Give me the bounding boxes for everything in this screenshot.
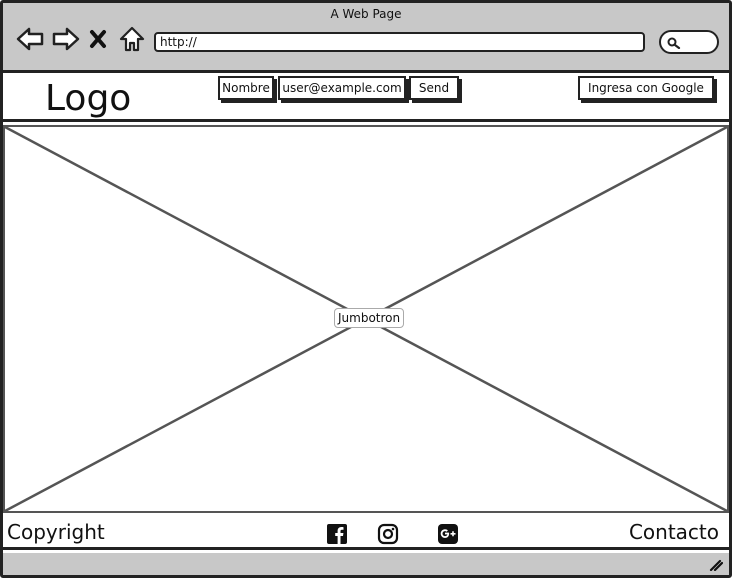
send-button[interactable]: Send [409, 76, 459, 100]
resize-handle-icon[interactable] [709, 559, 723, 571]
site-header: Logo Nombre user@example.com Send Ingres… [3, 76, 729, 122]
window-title: A Web Page [330, 7, 402, 21]
jumbotron-label: Jumbotron [334, 308, 405, 328]
instagram-icon[interactable] [377, 523, 399, 545]
contact-link[interactable]: Contacto [629, 520, 719, 544]
copyright-text: Copyright [7, 520, 105, 544]
email-field[interactable]: user@example.com [278, 76, 406, 100]
name-button[interactable]: Nombre [218, 76, 274, 100]
browser-window: A Web Page http:// Logo Nombre user@exam… [0, 0, 732, 578]
search-icon [667, 37, 681, 49]
search-field[interactable] [659, 30, 719, 54]
google-plus-icon[interactable] [437, 523, 459, 545]
home-icon[interactable] [117, 25, 147, 53]
site-footer: Copyright Contacto [3, 516, 729, 550]
close-icon[interactable] [87, 25, 109, 53]
back-arrow-icon[interactable] [15, 25, 45, 53]
url-input[interactable]: http:// [154, 32, 645, 52]
browser-toolbar: A Web Page http:// [3, 3, 729, 73]
jumbotron: Jumbotron [3, 125, 729, 513]
status-bar [3, 553, 729, 575]
forward-arrow-icon[interactable] [51, 25, 81, 53]
google-login-button[interactable]: Ingresa con Google [578, 76, 714, 100]
logo: Logo [45, 78, 132, 119]
facebook-icon[interactable] [326, 523, 348, 545]
